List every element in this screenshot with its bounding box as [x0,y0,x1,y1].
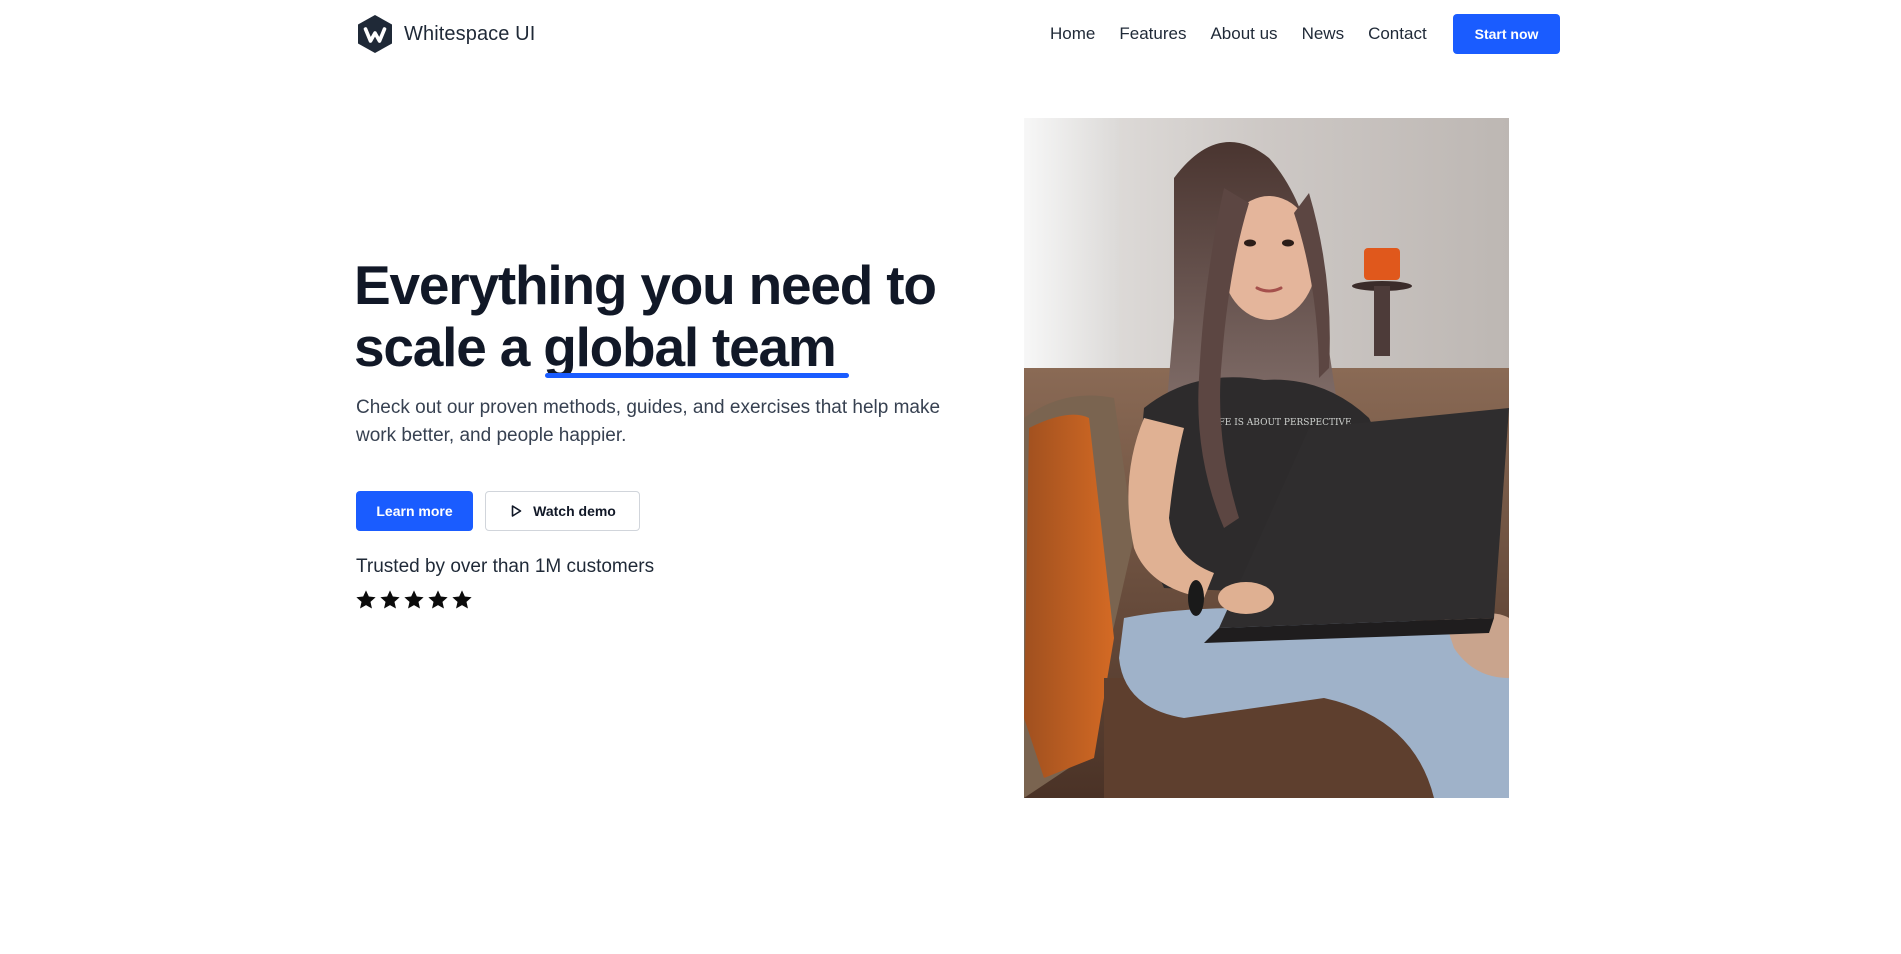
star-icon [452,590,472,609]
watch-demo-label: Watch demo [533,503,616,519]
hero-photo-illustration: LIFE IS ABOUT PERSPECTIVE [1024,118,1509,798]
star-icon [404,590,424,609]
star-icon [380,590,400,609]
play-icon [511,505,522,517]
brand[interactable]: Whitespace UI [356,14,535,54]
main-nav: Home Features About us News Contact [1050,14,1427,54]
hero-title-line-1: Everything you need to [354,254,937,316]
hero-title-prefix: scale a [354,316,544,378]
star-icon [428,590,448,609]
nav-item-news[interactable]: News [1302,24,1345,44]
watch-demo-button[interactable]: Watch demo [485,491,640,531]
hero-title-line-2: scale a global team [354,316,974,378]
start-now-button[interactable]: Start now [1453,14,1560,54]
site-header: Whitespace UI Home Features About us New… [0,0,1901,68]
hexagon-w-logo-icon [358,15,392,53]
landing-page: Whitespace UI Home Features About us New… [0,0,1901,954]
nav-item-about-us[interactable]: About us [1210,24,1277,44]
brand-name: Whitespace UI [404,22,536,45]
rating-stars [355,589,473,611]
trusted-text: Trusted by over than 1M customers [356,556,655,577]
nav-item-home[interactable]: Home [1050,24,1095,44]
nav-item-features[interactable]: Features [1119,24,1186,44]
star-icon [356,590,376,609]
nav-item-contact[interactable]: Contact [1368,24,1427,44]
learn-more-button[interactable]: Learn more [356,491,473,531]
hero-title: Everything you need to scale a global te… [354,254,974,378]
hero-subtitle: Check out our proven methods, guides, an… [356,397,941,446]
hero-title-highlight: global team [543,316,850,378]
woman-with-laptop-photo: LIFE IS ABOUT PERSPECTIVE [1024,118,1509,798]
